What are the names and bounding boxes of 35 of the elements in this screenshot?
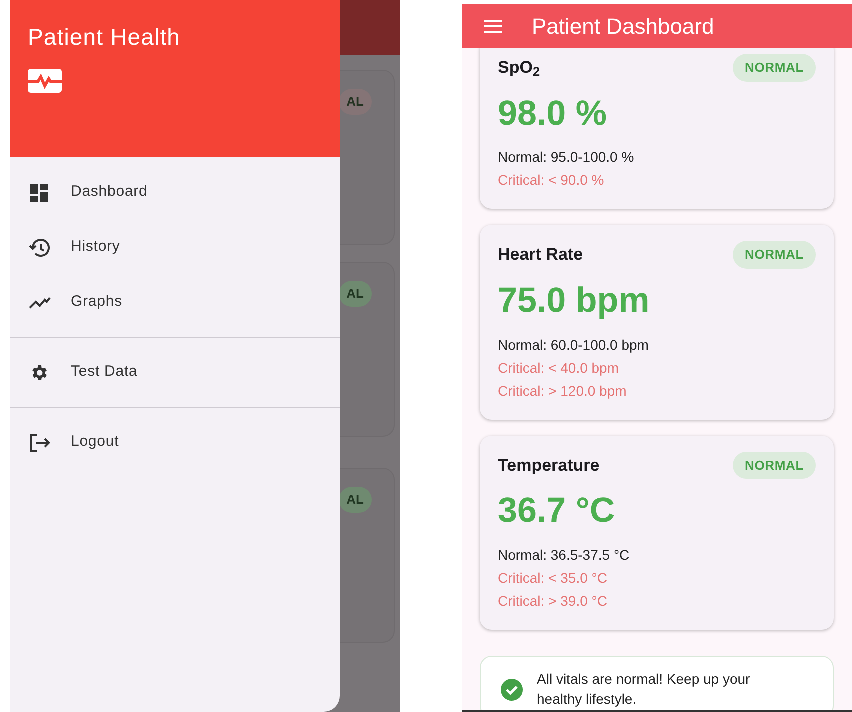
status-badge: AL	[338, 487, 372, 512]
menu-item[interactable]: Test Data	[10, 345, 340, 400]
vital-name: SpO$_{2}$	[498, 57, 540, 80]
status-badge: AL	[338, 89, 372, 114]
menu-item[interactable]: History	[10, 220, 340, 275]
critical-range: Critical: < 90.0 %	[498, 171, 606, 190]
status-badge: NORMAL	[733, 54, 816, 82]
normal-range: Normal: 36.5-37.5 °C	[498, 546, 631, 565]
trend-line-icon	[29, 296, 51, 310]
menu-icon[interactable]	[484, 20, 502, 32]
critical-range: Critical: > 39.0 °C	[498, 592, 608, 611]
critical-range: Critical: > 120.0 bpm	[498, 382, 628, 401]
vital-value: 98.0 %	[498, 92, 608, 134]
app-bar-title: Patient Dashboard	[532, 12, 714, 40]
menu-item[interactable]: Graphs	[10, 275, 340, 330]
menu-item[interactable]: Logout	[10, 415, 340, 470]
status-badge: NORMAL	[733, 452, 816, 479]
status-badge: AL	[338, 281, 372, 306]
normal-range: Normal: 60.0-100.0 bpm	[498, 336, 650, 355]
status-badge: NORMAL	[733, 241, 816, 269]
critical-range: Critical: < 35.0 °C	[498, 568, 608, 588]
check-circle-icon	[501, 678, 523, 701]
logout-icon	[29, 432, 51, 452]
vital-value: 36.7 °C	[498, 490, 616, 532]
history-icon	[29, 238, 51, 258]
menu-item[interactable]: Dashboard	[10, 165, 340, 220]
vital-name: Heart Rate	[498, 244, 584, 266]
normal-range: Normal: 95.0-100.0 %	[498, 148, 636, 168]
vital-name: Temperature	[498, 454, 600, 476]
vital-value: 75.0 bpm	[498, 280, 651, 322]
dashboard-icon	[29, 182, 49, 202]
heart-monitor-icon	[28, 68, 62, 92]
summary-message: All vitals are normal! Keep up your healthy lifestyle.	[537, 670, 752, 709]
critical-range: Critical: < 40.0 bpm	[498, 358, 620, 378]
drawer-title: Patient Health	[28, 23, 181, 52]
